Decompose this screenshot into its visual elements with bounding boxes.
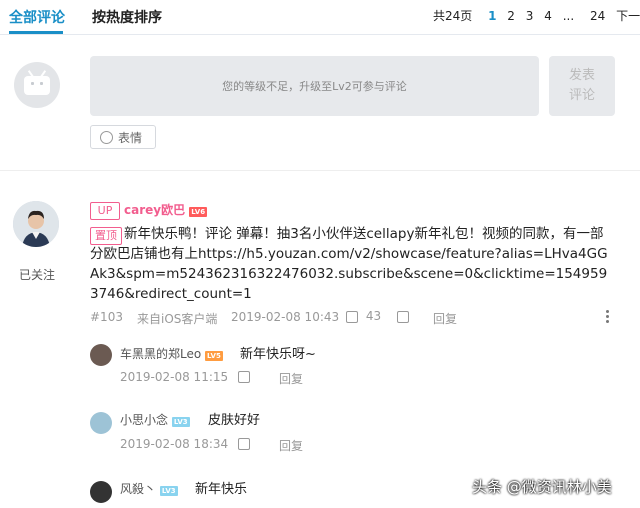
- avatar[interactable]: [13, 201, 59, 247]
- pinned-badge: 置顶: [90, 227, 122, 245]
- tab-sort-by-hot[interactable]: 按热度排序: [92, 7, 162, 27]
- reply-level-badge: LV5: [205, 351, 223, 361]
- comment-author[interactable]: carey欧巴 LV6: [124, 201, 208, 218]
- page-link-3[interactable]: 3: [526, 9, 534, 23]
- thumbs-up-icon: [238, 370, 250, 383]
- comment-input-placeholder: 您的等级不足，升级至Lv2可参与评论: [222, 80, 407, 93]
- page-total: 共24页: [433, 9, 473, 23]
- reply-author-name[interactable]: 车黑黑的郑Leo: [120, 347, 201, 361]
- author-name[interactable]: carey欧巴: [124, 203, 185, 217]
- page-link-4[interactable]: 4: [544, 9, 552, 23]
- next-page-link[interactable]: 下一页: [616, 9, 640, 23]
- comment-input[interactable]: 您的等级不足，升级至Lv2可参与评论: [90, 56, 539, 116]
- reply-author[interactable]: 风殺丶 LV3: [120, 480, 178, 497]
- reply-button[interactable]: 回复: [433, 310, 457, 327]
- watermark: 头条 @微资讯林小美: [472, 478, 612, 496]
- dislike-button[interactable]: [397, 309, 409, 323]
- section-divider: [0, 170, 640, 171]
- smiley-icon: [100, 130, 113, 144]
- reply-time: 2019-02-08 18:34: [120, 437, 229, 451]
- reply-avatar[interactable]: [90, 412, 112, 434]
- thumbs-down-icon: [397, 310, 409, 323]
- comment-time: 2019-02-08 10:43: [231, 310, 340, 324]
- reply-time: 2019-02-08 11:15: [120, 370, 229, 384]
- reply-author[interactable]: 小思小念 LV3: [120, 411, 190, 428]
- reply-author-name[interactable]: 小思小念: [120, 413, 168, 427]
- reply-text: 新年快乐: [195, 482, 248, 497]
- reply-text: 新年快乐呀~: [240, 347, 316, 362]
- comment-body: 新年快乐鸭！评论 弹幕！抽3名小伙伴送cellapy新年礼包！视频的同款，有一部…: [90, 226, 608, 302]
- comment-floor: #103: [90, 310, 123, 324]
- reply-avatar[interactable]: [90, 344, 112, 366]
- thumbs-up-icon: [346, 310, 358, 323]
- reply-reply-button[interactable]: 回复: [279, 370, 303, 387]
- thumbs-up-icon: [238, 437, 250, 450]
- tv-avatar-icon: [14, 62, 60, 108]
- emoji-button-label: 表情: [118, 130, 143, 145]
- like-button[interactable]: 43: [346, 309, 381, 323]
- page-ellipsis: ...: [562, 9, 575, 23]
- reply-author[interactable]: 车黑黑的郑Leo LV5: [120, 345, 223, 362]
- reply-text: 皮肤好好: [208, 413, 261, 428]
- page-link-1[interactable]: 1: [488, 9, 496, 23]
- reply-reply-button[interactable]: 回复: [279, 437, 303, 454]
- comment-device: 来自iOS客户端: [137, 312, 218, 326]
- more-options-icon[interactable]: [606, 310, 609, 325]
- like-count: 43: [365, 309, 382, 323]
- reply-author-name[interactable]: 风殺丶: [120, 482, 156, 496]
- reply-like-button[interactable]: [238, 369, 250, 383]
- post-comment-button[interactable]: 发表 评论: [549, 56, 615, 116]
- active-tab-indicator: [9, 31, 63, 34]
- post-button-label-line2: 评论: [568, 88, 595, 103]
- reply-avatar[interactable]: [90, 481, 112, 503]
- reply-level-badge: LV3: [159, 486, 178, 496]
- page-link-2[interactable]: 2: [507, 9, 515, 23]
- comment-text: 新年快乐鸭！评论 弹幕！抽3名小伙伴送cellapy新年礼包！视频的同款，有一部…: [90, 224, 610, 304]
- post-button-label-line1: 发表: [568, 68, 595, 83]
- page-link-24[interactable]: 24: [590, 9, 605, 23]
- reply-level-badge: LV3: [171, 417, 190, 427]
- tab-all-comments[interactable]: 全部评论: [9, 7, 65, 27]
- reply-like-button[interactable]: [238, 436, 250, 450]
- follow-status[interactable]: 已关注: [19, 266, 55, 283]
- pagination: 共24页 1 2 3 4 ... 24 下一页: [433, 7, 640, 24]
- emoji-button[interactable]: 表情: [90, 125, 156, 149]
- level-badge: LV6: [189, 207, 208, 217]
- up-badge: UP: [90, 202, 120, 220]
